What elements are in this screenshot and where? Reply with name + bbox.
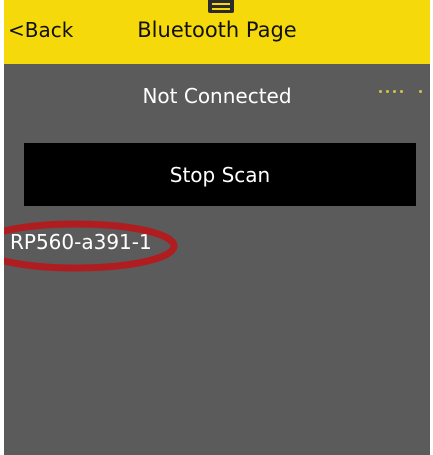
device-list-item[interactable]: RP560-a391-1 bbox=[10, 230, 152, 254]
stop-scan-button[interactable]: Stop Scan bbox=[24, 143, 416, 206]
drag-handle-icon bbox=[208, 0, 234, 13]
connection-status: Not Connected bbox=[142, 84, 292, 108]
header-bar: <Back Bluetooth Page bbox=[4, 0, 430, 64]
loading-dots-icon bbox=[379, 90, 422, 93]
bluetooth-page: <Back Bluetooth Page Not Connected Stop … bbox=[4, 0, 430, 455]
page-title: Bluetooth Page bbox=[137, 18, 297, 42]
